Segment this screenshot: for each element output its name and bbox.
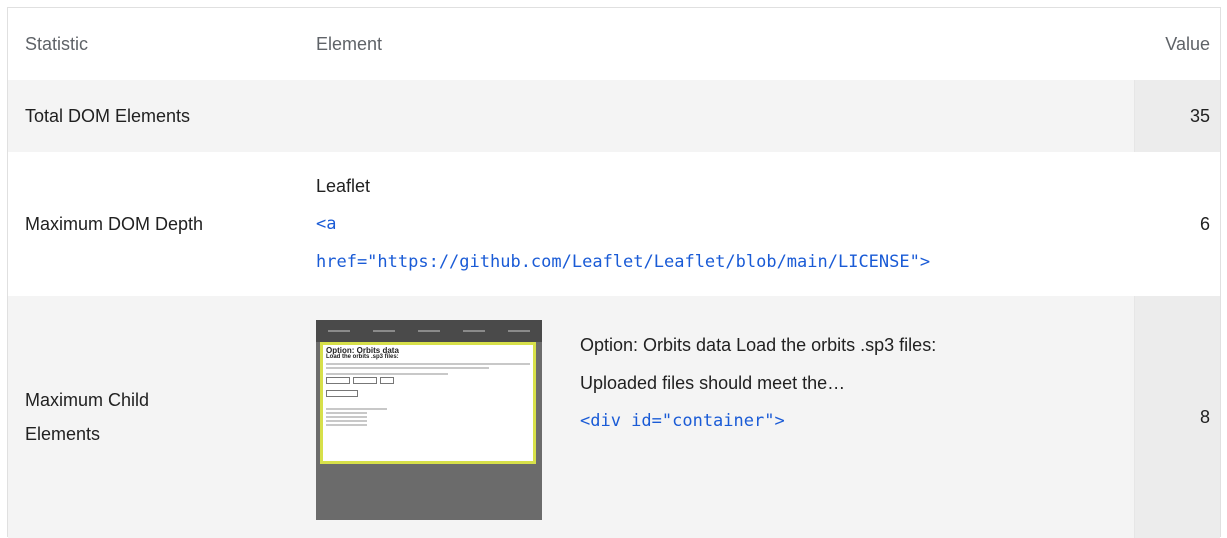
element-node[interactable]: Option: Orbits data Load the orbits .sp3… bbox=[580, 326, 1100, 440]
statistic-label: Maximum Child Elements bbox=[25, 383, 149, 451]
statistic-value: 8 bbox=[1134, 296, 1220, 538]
element-code: <div id="container"> bbox=[580, 411, 785, 431]
element-node[interactable]: Leaflet <a href="https://github.com/Leaf… bbox=[316, 167, 930, 281]
table-header-row: Statistic Element Value bbox=[8, 8, 1220, 80]
table-row: Maximum DOM Depth Leaflet <a href="https… bbox=[8, 152, 1220, 296]
statistic-label: Maximum DOM Depth bbox=[25, 213, 204, 234]
statistic-label-line: Maximum Child bbox=[25, 390, 150, 410]
thumbnail-subtitle: Load the orbits .sp3 files: bbox=[326, 354, 399, 360]
element-text: Leaflet bbox=[316, 176, 371, 196]
element-description: Uploaded files should meet the… bbox=[580, 373, 846, 393]
thumbnail-content: Option: Orbits data Load the orbits .sp3… bbox=[323, 345, 533, 461]
thumbnail-navbar bbox=[316, 320, 542, 342]
header-value: Value bbox=[1165, 33, 1210, 54]
element-code: href="https://github.com/Leaflet/Leaflet… bbox=[316, 252, 931, 272]
element-screenshot-thumbnail[interactable]: Option: Orbits data Load the orbits .sp3… bbox=[316, 320, 542, 520]
statistic-label-line: Elements bbox=[25, 424, 101, 444]
header-element: Element bbox=[316, 33, 383, 54]
element-description: Option: Orbits data Load the orbits .sp3… bbox=[580, 335, 937, 355]
element-code: <a bbox=[316, 214, 337, 234]
thumbnail-frame: Option: Orbits data Load the orbits .sp3… bbox=[320, 342, 536, 464]
table-row: Total DOM Elements 35 bbox=[8, 80, 1220, 152]
header-statistic: Statistic bbox=[25, 33, 89, 54]
statistic-value: 35 bbox=[1134, 80, 1220, 152]
statistic-label: Total DOM Elements bbox=[25, 105, 191, 126]
dom-size-table: Statistic Element Value Total DOM Elemen… bbox=[7, 7, 1221, 538]
thumbnail-title: Option: Orbits data bbox=[326, 346, 399, 355]
statistic-value: 6 bbox=[1134, 152, 1220, 296]
table-row: Maximum Child Elements Option: Orbits da… bbox=[8, 296, 1220, 538]
